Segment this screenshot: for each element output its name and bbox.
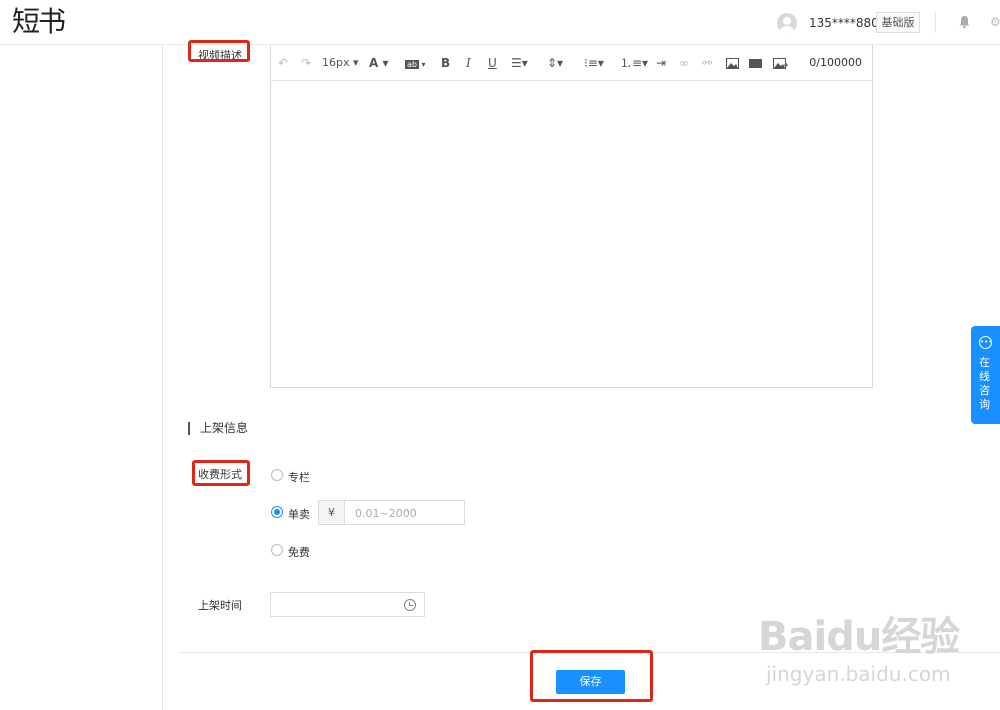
app-logo[interactable]: 短书 [12, 4, 66, 40]
listing-time-label: 上架时间 [198, 599, 242, 612]
line-height-icon[interactable]: ⇕▾ [547, 55, 563, 71]
radio-free-label[interactable]: 免费 [288, 544, 310, 560]
listing-time-input[interactable] [270, 592, 425, 617]
bold-icon[interactable]: B [441, 55, 450, 71]
italic-icon[interactable]: I [466, 55, 471, 71]
rich-text-editor[interactable]: ↶ ↷ 16px ▾ A ▾ ab ▾ B I U ☰▾ ⇕▾ ⁝≡▾ ⒈≡▾ … [270, 45, 873, 388]
video-icon[interactable] [749, 58, 762, 69]
undo-icon[interactable]: ↶ [278, 55, 288, 71]
radio-single-sale[interactable] [271, 506, 283, 518]
user-phone[interactable]: 135****8806 [809, 16, 886, 30]
bullet-list-icon[interactable]: ⁝≡▾ [584, 55, 604, 71]
gear-icon[interactable]: ⚙ [990, 15, 1000, 29]
top-navbar: 短书 135****8806 基础版 ⚙ [0, 0, 1000, 45]
align-icon[interactable]: ☰▾ [511, 55, 528, 71]
radio-column[interactable] [271, 469, 283, 481]
image-icon[interactable] [726, 58, 739, 69]
clock-icon[interactable] [404, 599, 416, 611]
currency-symbol: ¥ [319, 501, 345, 524]
sidebar-divider [162, 45, 163, 710]
link-icon[interactable]: ∞ [679, 55, 689, 71]
avatar[interactable] [777, 13, 797, 33]
radio-free[interactable] [271, 544, 283, 556]
unlink-icon[interactable]: ⚯ [702, 55, 712, 71]
bg-color-icon[interactable]: ab ▾ [405, 57, 426, 73]
bell-icon[interactable] [958, 15, 971, 29]
highlight-box-charge [192, 460, 250, 486]
section-title-listing: 上架信息 [188, 422, 248, 435]
watermark: Baidu经验 jingyan.baidu.com [758, 614, 960, 686]
price-input[interactable]: ¥ 0.01~2000 [318, 500, 465, 525]
highlight-box-description [188, 40, 250, 62]
radio-column-label[interactable]: 专栏 [288, 469, 310, 485]
chat-icon: ••• [979, 336, 992, 349]
divider [935, 12, 936, 33]
plan-badge[interactable]: 基础版 [876, 12, 920, 33]
font-color-icon[interactable]: A ▾ [369, 55, 389, 71]
radio-single-sale-label[interactable]: 单卖 [288, 506, 310, 522]
indent-icon[interactable]: ⇥ [656, 55, 666, 71]
save-button[interactable]: 保存 [556, 670, 625, 694]
online-consult-button[interactable]: ••• 在线咨询 [971, 326, 1000, 424]
insert-media-icon[interactable] [773, 58, 788, 70]
price-placeholder: 0.01~2000 [355, 507, 417, 520]
redo-icon[interactable]: ↷ [301, 55, 311, 71]
numbered-list-icon[interactable]: ⒈≡▾ [620, 55, 648, 71]
font-size-dropdown[interactable]: 16px ▾ [322, 55, 359, 71]
underline-icon[interactable]: U [488, 55, 497, 71]
consult-label: 在线咨询 [979, 356, 990, 411]
char-count: 0/100000 [809, 56, 862, 69]
editor-toolbar: ↶ ↷ 16px ▾ A ▾ ab ▾ B I U ☰▾ ⇕▾ ⁝≡▾ ⒈≡▾ … [271, 45, 872, 81]
